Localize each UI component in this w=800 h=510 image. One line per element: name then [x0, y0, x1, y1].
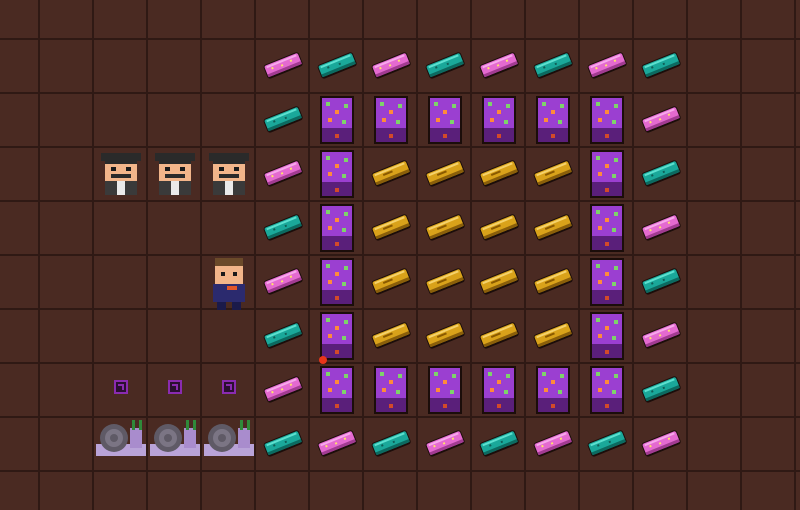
- player-icon[interactable]: [207, 256, 251, 310]
- snail-icon[interactable]: [94, 414, 148, 458]
- purple-block-icon[interactable]: [374, 366, 408, 414]
- teal-bar-icon: [639, 158, 683, 188]
- purple-block-icon[interactable]: [320, 258, 354, 306]
- purple-block-icon[interactable]: [590, 204, 624, 252]
- gold-bar-icon[interactable]: [369, 266, 413, 296]
- purple-block-icon[interactable]: [590, 366, 624, 414]
- purple-block-icon[interactable]: [428, 96, 462, 144]
- gold-bar-icon[interactable]: [531, 320, 575, 350]
- teal-bar-icon: [477, 428, 521, 458]
- purple-block-icon[interactable]: [590, 258, 624, 306]
- teal-bar-icon: [315, 50, 359, 80]
- pink-bar-icon: [261, 50, 305, 80]
- gold-bar-icon[interactable]: [369, 320, 413, 350]
- gold-bar-icon[interactable]: [423, 212, 467, 242]
- gold-bar-icon[interactable]: [531, 158, 575, 188]
- gold-bar-icon[interactable]: [369, 158, 413, 188]
- purple-block-icon[interactable]: [590, 96, 624, 144]
- gold-bar-icon[interactable]: [531, 212, 575, 242]
- teal-bar-icon: [261, 104, 305, 134]
- gold-bar-icon[interactable]: [477, 320, 521, 350]
- snail-icon[interactable]: [202, 414, 256, 458]
- purple-block-icon[interactable]: [428, 366, 462, 414]
- teal-bar-icon: [531, 50, 575, 80]
- pink-bar-icon: [315, 428, 359, 458]
- teal-bar-icon: [261, 212, 305, 242]
- gold-bar-icon[interactable]: [423, 158, 467, 188]
- pink-bar-icon: [639, 320, 683, 350]
- pink-bar-icon: [639, 428, 683, 458]
- teal-bar-icon: [423, 50, 467, 80]
- gold-bar-icon[interactable]: [423, 266, 467, 296]
- gold-bar-icon[interactable]: [531, 266, 575, 296]
- purple-block-icon[interactable]: [320, 312, 354, 360]
- purple-block-icon[interactable]: [320, 204, 354, 252]
- pink-bar-icon: [477, 50, 521, 80]
- gold-bar-icon[interactable]: [423, 320, 467, 350]
- teal-bar-icon: [585, 428, 629, 458]
- purple-block-icon[interactable]: [320, 96, 354, 144]
- guard-icon[interactable]: [151, 151, 199, 199]
- pink-bar-icon: [261, 374, 305, 404]
- gold-bar-icon[interactable]: [477, 266, 521, 296]
- pink-bar-icon: [261, 266, 305, 296]
- pink-bar-icon: [639, 212, 683, 242]
- purple-block-icon[interactable]: [482, 96, 516, 144]
- purple-block-icon[interactable]: [374, 96, 408, 144]
- pink-bar-icon: [423, 428, 467, 458]
- teal-bar-icon: [639, 50, 683, 80]
- pink-bar-icon: [369, 50, 413, 80]
- purple-block-icon[interactable]: [590, 312, 624, 360]
- game-board[interactable]: [0, 0, 800, 510]
- guard-icon[interactable]: [205, 151, 253, 199]
- pink-bar-icon: [531, 428, 575, 458]
- spiral-marker-icon: [114, 380, 128, 394]
- teal-bar-icon: [261, 320, 305, 350]
- teal-bar-icon: [639, 374, 683, 404]
- purple-block-icon[interactable]: [320, 366, 354, 414]
- purple-block-icon[interactable]: [482, 366, 516, 414]
- pink-bar-icon: [639, 104, 683, 134]
- purple-block-icon[interactable]: [536, 366, 570, 414]
- gold-bar-icon[interactable]: [477, 212, 521, 242]
- teal-bar-icon: [369, 428, 413, 458]
- spiral-marker-icon: [168, 380, 182, 394]
- red-dot-icon: [319, 356, 327, 364]
- teal-bar-icon: [639, 266, 683, 296]
- purple-block-icon[interactable]: [320, 150, 354, 198]
- purple-block-icon[interactable]: [590, 150, 624, 198]
- pink-bar-icon: [585, 50, 629, 80]
- teal-bar-icon: [261, 428, 305, 458]
- purple-block-icon[interactable]: [536, 96, 570, 144]
- guard-icon[interactable]: [97, 151, 145, 199]
- spiral-marker-icon: [222, 380, 236, 394]
- pink-bar-icon: [261, 158, 305, 188]
- gold-bar-icon[interactable]: [369, 212, 413, 242]
- snail-icon[interactable]: [148, 414, 202, 458]
- gold-bar-icon[interactable]: [477, 158, 521, 188]
